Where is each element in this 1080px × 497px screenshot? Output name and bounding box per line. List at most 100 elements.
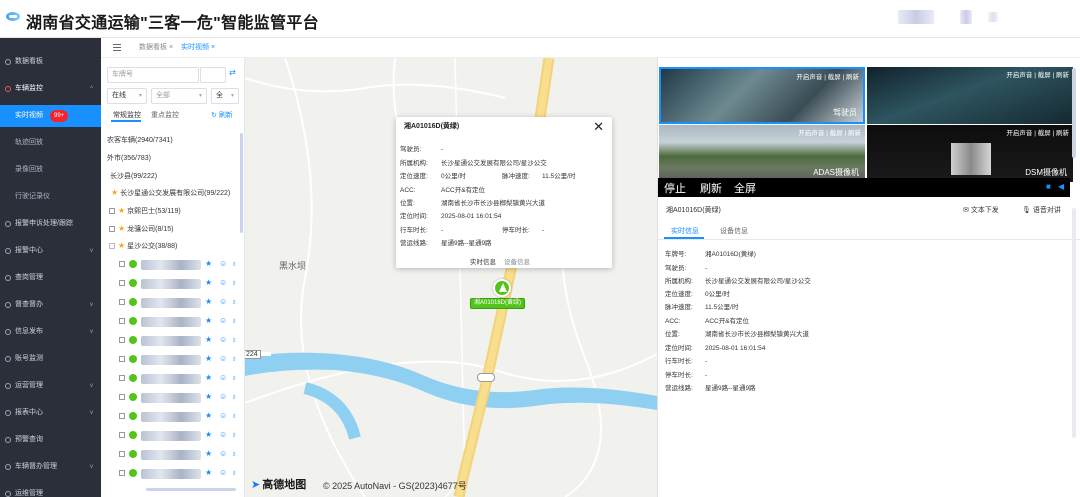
speaker-icon[interactable]: ◀ [1058,182,1064,191]
voice-talk-button[interactable]: 🎙 语音对讲 [1022,205,1061,215]
camera-controls[interactable]: 开启声音 | 截屏 | 刷新 [1006,69,1069,79]
checkbox[interactable] [119,413,125,419]
checkbox[interactable] [119,299,125,305]
star-icon[interactable]: ★ [205,354,212,363]
location-icon[interactable]: ♁ [231,259,237,268]
checkbox[interactable] [119,394,125,400]
vehicle-row[interactable]: ★ ☺ ♁ [119,258,239,272]
checkbox[interactable] [119,261,125,267]
tab-key-monitor[interactable]: 重点监控 [151,110,179,120]
text-send-button[interactable]: ✉ 文本下发 [963,205,999,215]
area-select[interactable]: 全 ▾ [211,88,239,104]
vehicle-row[interactable]: ★ ☺ ♁ [119,410,239,424]
star-icon[interactable]: ★ [205,373,212,382]
vehicle-row[interactable]: ★ ☺ ♁ [119,353,239,367]
star-icon[interactable]: ★ [205,430,212,439]
vehicle-row[interactable]: ★ ☺ ♁ [119,372,239,386]
camera-view-driver[interactable]: 开启声音 | 截屏 | 刷新 驾驶员 [659,67,865,124]
menu-account-monitor[interactable]: 账号监测 [0,348,101,370]
menu-reports[interactable]: 报表中心 v [0,402,101,424]
camera-icon[interactable]: ■ [1046,182,1051,191]
person-icon[interactable]: ☺ [219,316,227,325]
location-icon[interactable]: ♁ [231,354,237,363]
tab-regular-monitor[interactable]: 常规监控 [113,110,141,120]
camera-view-adas[interactable]: 开启声音 | 截屏 | 刷新 ADAS摄像机 [659,125,865,182]
checkbox[interactable] [119,432,125,438]
checkbox[interactable] [109,243,115,250]
plate-extra-input[interactable] [200,67,226,83]
person-icon[interactable]: ☺ [219,297,227,306]
tree-node-longxiang[interactable]: ★ 龙骧公司(8/15) [109,224,173,234]
user-info-blurred[interactable] [898,10,934,24]
tree-node-root[interactable]: 农客车辆(2940/7341) [107,135,173,145]
person-icon[interactable]: ☺ [219,449,227,458]
popup-link-device[interactable]: 设备信息 [504,256,530,266]
checkbox[interactable] [109,226,115,233]
camera-controls[interactable]: 开启声音 | 截屏 | 刷新 [798,127,861,137]
refresh-video-button[interactable]: 刷新 [700,180,722,196]
menu-alarm-appeal[interactable]: 报警申诉处理/跟踪 [0,213,101,235]
star-icon[interactable]: ★ [205,278,212,287]
star-icon[interactable]: ★ [205,297,212,306]
person-icon[interactable]: ☺ [219,392,227,401]
camera-scrollbar[interactable] [1072,68,1076,158]
popup-link-realtime[interactable]: 实时信息 [470,256,496,266]
submenu-video-playback[interactable]: 录像回放 [0,159,101,181]
submenu-live-video[interactable]: 实时视频 99+ [0,105,101,127]
star-icon[interactable]: ★ [205,411,212,420]
star-icon[interactable]: ★ [205,259,212,268]
camera-view-cabin[interactable]: 开启声音 | 截屏 | 刷新 [867,67,1073,124]
location-icon[interactable]: ♁ [231,316,237,325]
tree-node-changsha-county[interactable]: 长沙县(99/222) [110,171,157,181]
menu-info-publish[interactable]: 信息发布 v [0,321,101,343]
location-icon[interactable]: ♁ [231,392,237,401]
person-icon[interactable]: ☺ [219,354,227,363]
tree-horizontal-scrollbar[interactable] [146,488,236,491]
tab-dashboard[interactable]: 数据看板 × [139,42,173,52]
camera-controls[interactable]: 开启声音 | 截屏 | 刷新 [1006,127,1069,137]
fullscreen-button[interactable]: 全屏 [734,180,756,196]
close-icon[interactable]: × [211,44,215,51]
person-icon[interactable]: ☺ [219,259,227,268]
checkbox[interactable] [119,356,125,362]
plate-search-input[interactable]: 车牌号 [107,67,199,83]
tree-node-jingxi[interactable]: ★ 京熙巴士(53/119) [109,206,181,216]
vehicle-row[interactable]: ★ ☺ ♁ [119,296,239,310]
location-icon[interactable]: ♁ [231,335,237,344]
location-icon[interactable]: ♁ [231,278,237,287]
location-icon[interactable]: ♁ [231,430,237,439]
checkbox[interactable] [109,208,115,215]
star-icon[interactable]: ★ [205,468,212,477]
submenu-track-playback[interactable]: 轨迹回放 [0,132,101,154]
star-icon[interactable]: ★ [205,449,212,458]
menu-toggle-icon[interactable] [113,44,121,51]
vehicle-row[interactable]: ★ ☺ ♁ [119,315,239,329]
location-icon[interactable]: ♁ [231,297,237,306]
star-icon[interactable]: ★ [205,316,212,325]
checkbox[interactable] [119,280,125,286]
checkbox[interactable] [119,375,125,381]
tree-scrollbar[interactable] [240,133,243,233]
close-icon[interactable]: × [169,44,173,51]
menu-dashboard[interactable]: 数据看板 [0,51,101,73]
vehicle-row[interactable]: ★ ☺ ♁ [119,334,239,348]
menu-alarm-center[interactable]: 报警中心 v [0,240,101,262]
tab-live-video[interactable]: 实时视频 × [181,42,215,52]
location-icon[interactable]: ♁ [231,468,237,477]
menu-maintenance[interactable]: 运维管理 [0,483,101,497]
tab-realtime-info[interactable]: 实时信息 [671,226,699,236]
tree-node-outer-city[interactable]: 外市(356/783) [107,153,151,163]
menu-vehicle-supervision[interactable]: 车辆督办管理 v [0,456,101,478]
stop-button[interactable]: 停止 [664,180,686,196]
user-avatar-blurred[interactable] [960,10,972,24]
person-icon[interactable]: ☺ [219,335,227,344]
refresh-button[interactable]: ↻ 刷新 [211,110,233,120]
menu-vehicle-monitor[interactable]: 车辆监控 ^ [0,78,101,100]
type-select[interactable]: 全部 ▾ [151,88,207,104]
star-icon[interactable]: ★ [205,392,212,401]
submenu-drive-recorder[interactable]: 行驶记录仪 [0,186,101,208]
vehicle-row[interactable]: ★ ☺ ♁ [119,467,239,481]
close-icon[interactable]: ✕ [593,119,604,135]
person-icon[interactable]: ☺ [219,373,227,382]
location-icon[interactable]: ♁ [231,411,237,420]
